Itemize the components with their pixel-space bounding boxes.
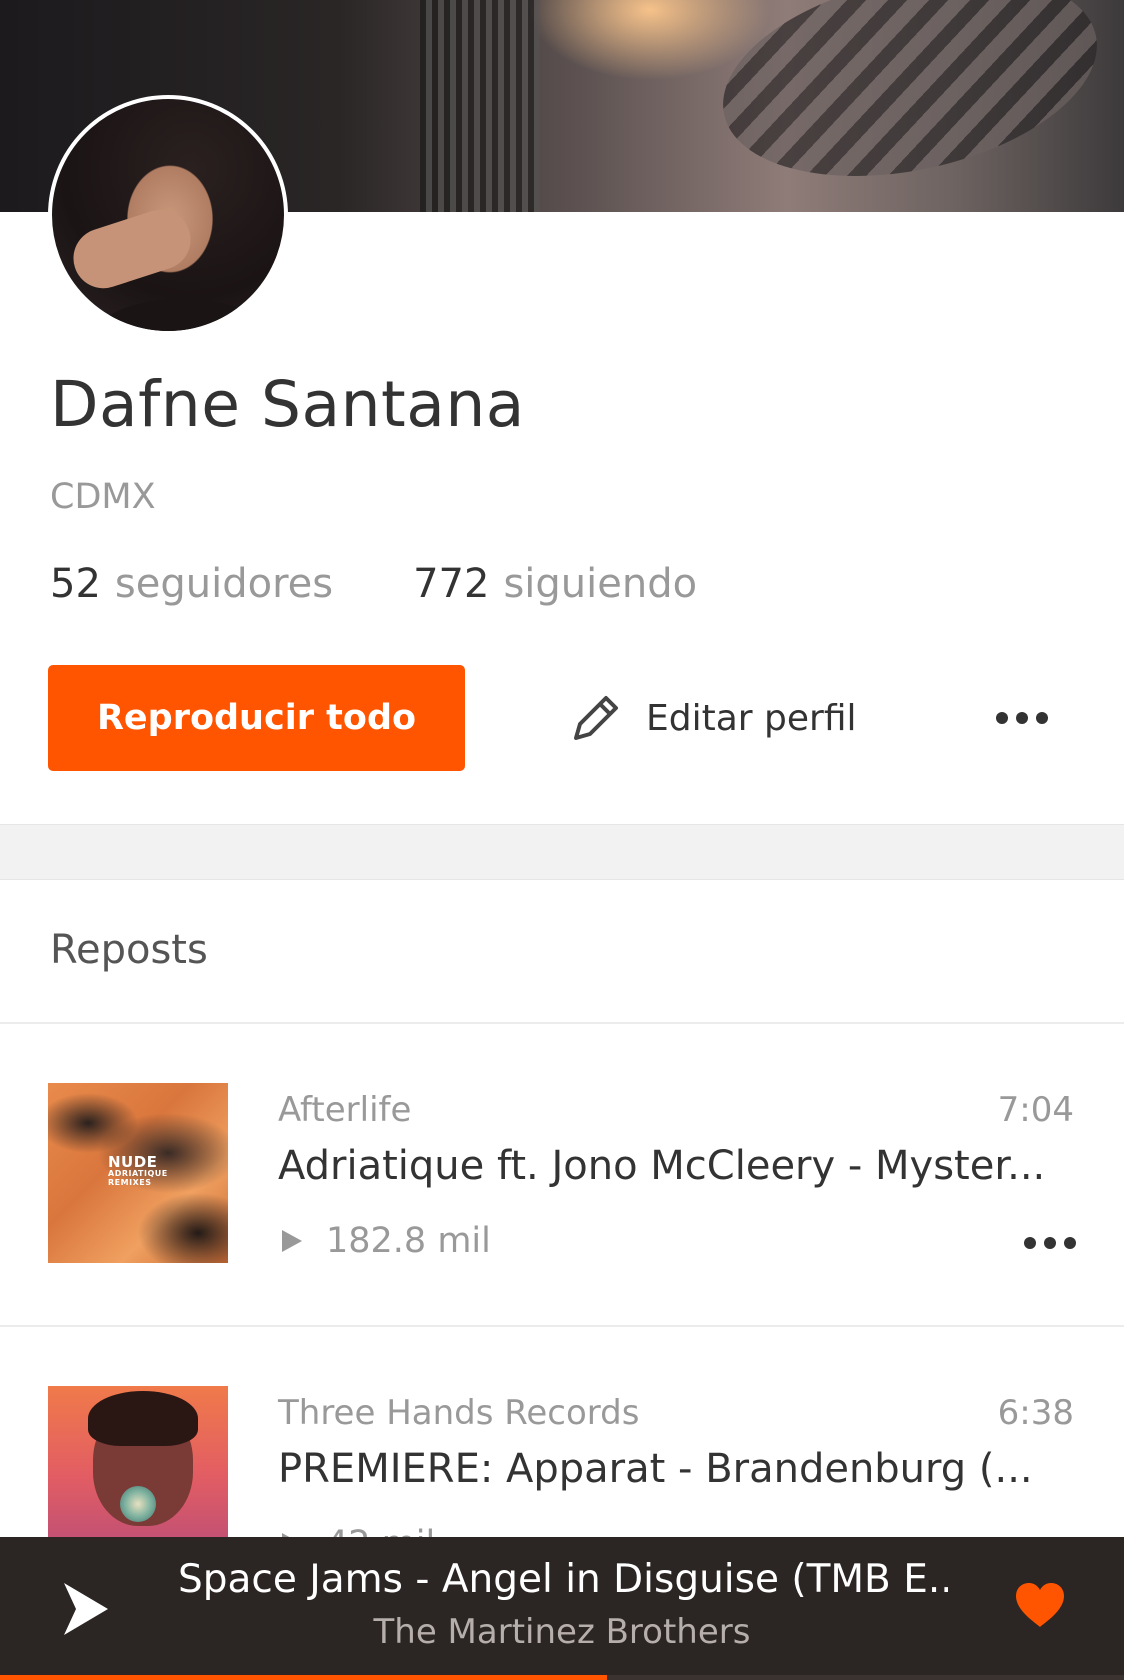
play-all-button[interactable]: Reproducir todo (48, 665, 465, 771)
heart-icon[interactable] (1014, 1581, 1066, 1629)
mini-player[interactable]: Space Jams - Angel in Disguise (TMB E...… (0, 1537, 1124, 1680)
edit-profile-label: Editar perfil (646, 697, 857, 739)
track-plays: 182.8 mil (278, 1221, 491, 1261)
avatar[interactable] (48, 95, 288, 335)
edit-profile-button[interactable]: Editar perfil (566, 665, 857, 771)
profile-stats: 52 seguidores 772 siguiendo (50, 561, 697, 607)
profile-name: Dafne Santana (50, 368, 525, 441)
banner-decoration (420, 0, 540, 212)
track-uploader[interactable]: Three Hands Records (278, 1393, 639, 1433)
following-count: 772 (413, 561, 490, 607)
following-stat[interactable]: 772 siguiendo (413, 561, 697, 607)
track-more-button[interactable] (1024, 1233, 1076, 1253)
more-horizontal-icon (996, 712, 1008, 724)
more-horizontal-icon (1064, 1237, 1076, 1249)
play-icon (282, 1230, 302, 1252)
track-artwork[interactable]: NUDE ADRIATIQUE REMIXES (48, 1083, 228, 1263)
artwork-sublabel: REMIXES (108, 1178, 152, 1187)
artwork-sublabel: ADRIATIQUE (108, 1169, 168, 1178)
playback-progress-fill (0, 1675, 607, 1680)
profile-location: CDMX (50, 477, 156, 517)
reposts-title: Reposts (50, 927, 208, 973)
more-horizontal-icon (1044, 1237, 1056, 1249)
divider (0, 1325, 1124, 1327)
more-horizontal-icon (1016, 712, 1028, 724)
divider (0, 1022, 1124, 1024)
followers-label: seguidores (114, 561, 334, 607)
player-track-title[interactable]: Space Jams - Angel in Disguise (TMB E... (178, 1557, 948, 1602)
avatar-detail (92, 299, 272, 331)
more-horizontal-icon (1024, 1237, 1036, 1249)
list-item[interactable]: NUDE ADRIATIQUE REMIXES Afterlife 7:04 A… (0, 1083, 1124, 1283)
banner-decoration (704, 0, 1116, 208)
avatar-detail (65, 201, 199, 297)
track-uploader[interactable]: Afterlife (278, 1090, 411, 1130)
pencil-icon (574, 696, 618, 740)
following-label: siguiendo (503, 561, 698, 607)
track-title[interactable]: Adriatique ft. Jono McCleery - Myster... (278, 1143, 1078, 1189)
track-duration: 7:04 (997, 1090, 1074, 1130)
track-title[interactable]: PREMIERE: Apparat - Brandenburg (... (278, 1446, 1078, 1492)
playback-progress[interactable] (0, 1675, 1124, 1680)
player-artist[interactable]: The Martinez Brothers (0, 1612, 1124, 1652)
more-horizontal-icon (1036, 712, 1048, 724)
followers-count: 52 (50, 561, 101, 607)
followers-stat[interactable]: 52 seguidores (50, 561, 333, 607)
artwork-detail (88, 1391, 198, 1446)
track-plays-count: 182.8 mil (326, 1221, 491, 1261)
profile-more-button[interactable] (996, 700, 1048, 736)
artwork-text: NUDE ADRIATIQUE REMIXES (108, 1155, 168, 1188)
artwork-detail (120, 1486, 156, 1522)
section-separator (0, 824, 1124, 880)
track-duration: 6:38 (997, 1393, 1074, 1433)
